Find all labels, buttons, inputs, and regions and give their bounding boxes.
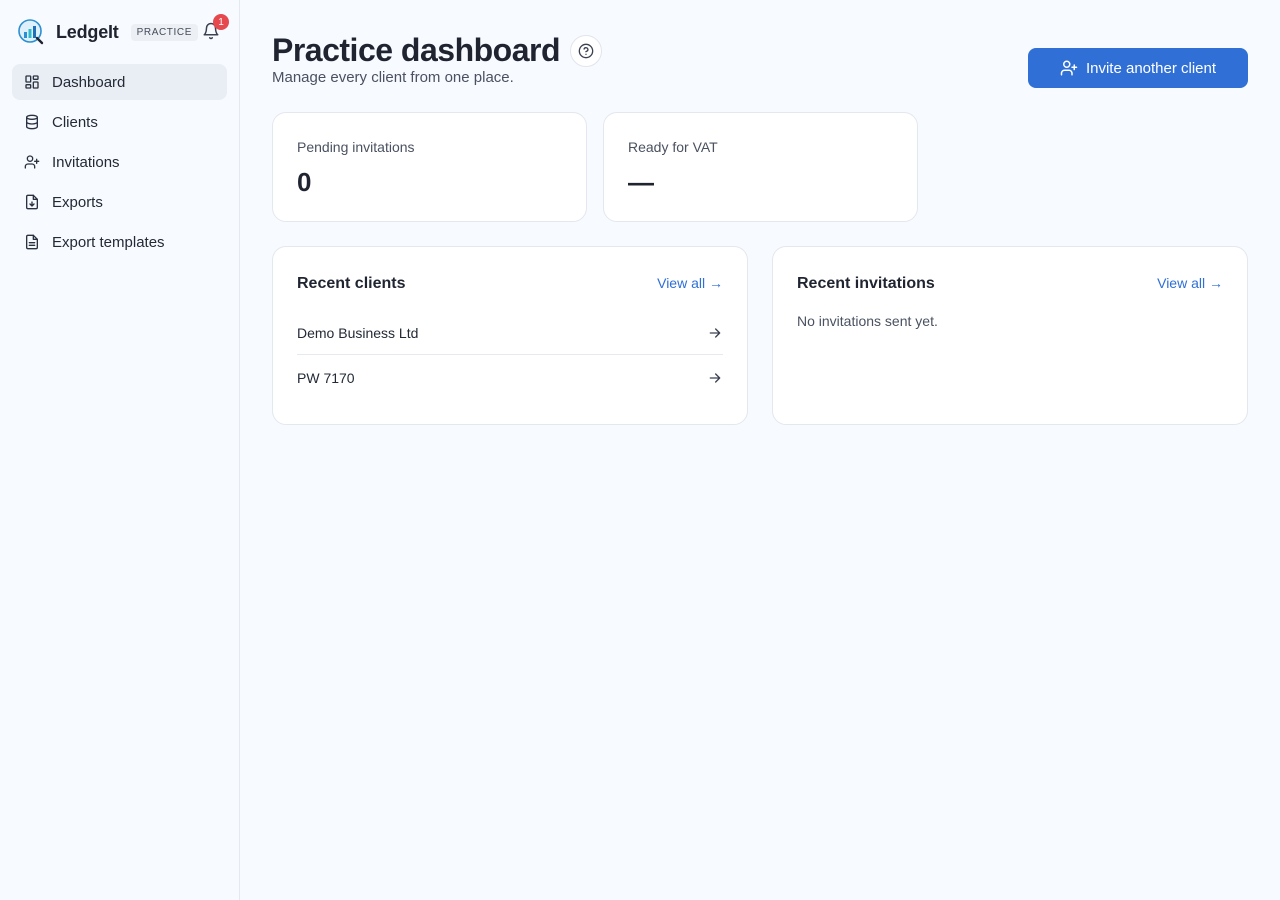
sidebar-nav: Dashboard Clients Invitations Exports Ex… (12, 64, 227, 264)
brand-name: LedgeIt (56, 21, 119, 42)
title-row: Practice dashboard (272, 32, 602, 69)
view-all-invitations-link[interactable]: View all → (1157, 275, 1223, 291)
sidebar-item-label: Dashboard (52, 73, 126, 91)
stat-value: — (628, 167, 654, 197)
panel-title: Recent invitations (797, 275, 935, 292)
brand[interactable]: LedgeIt PRACTICE 1 (18, 14, 230, 46)
recent-clients-panel: Recent clients View all → Demo Business … (272, 246, 748, 425)
client-name: Demo Business Ltd (297, 324, 419, 341)
view-all-clients-link[interactable]: View all → (657, 275, 723, 291)
invite-client-label: Invite another client (1085, 59, 1217, 77)
arrow-right-icon (709, 373, 721, 383)
list-item[interactable]: PW 7170 (297, 356, 723, 400)
sidebar-item-label: Invitations (52, 153, 120, 171)
main-content: Practice dashboard Manage every client f… (240, 0, 1280, 900)
page-title: Practice dashboard (272, 32, 561, 68)
sidebar-item-dashboard[interactable]: Dashboard (12, 64, 227, 100)
sidebar-item-clients[interactable]: Clients (12, 104, 227, 140)
stat-card-ready-for-vat: Ready for VAT — (603, 112, 918, 222)
stat-card-pending-invitations: Pending invitations 0 (272, 112, 587, 222)
sidebar-item-label: Exports (52, 193, 103, 211)
client-name: PW 7170 (297, 370, 355, 386)
list-item[interactable]: Demo Business Ltd (297, 311, 723, 355)
file-download-icon (24, 194, 40, 210)
help-button[interactable] (570, 34, 602, 67)
stat-label: Pending invitations (297, 139, 415, 155)
notification-count-badge: 1 (213, 14, 229, 30)
page-subtitle: Manage every client from one place. (272, 69, 514, 86)
sidebar: LedgeIt PRACTICE 1 Dashboard Clients Inv… (0, 0, 240, 900)
database-icon (24, 114, 40, 130)
sidebar-item-exports[interactable]: Exports (12, 184, 227, 220)
empty-state-text: No invitations sent yet. (797, 313, 938, 329)
help-icon (578, 43, 594, 58)
arrow-right-icon (709, 327, 721, 338)
stat-value: 0 (297, 167, 312, 197)
recent-invitations-panel: Recent invitations View all → No invitat… (772, 246, 1248, 425)
user-plus-icon (1060, 60, 1078, 76)
file-text-icon (24, 234, 40, 250)
sidebar-item-invitations[interactable]: Invitations (12, 144, 227, 180)
sidebar-item-label: Clients (52, 113, 98, 131)
sidebar-item-export-templates[interactable]: Export templates (12, 224, 227, 260)
sidebar-item-label: Export templates (52, 233, 165, 251)
ledgeit-logo-icon (18, 19, 44, 45)
practice-badge: PRACTICE (130, 23, 198, 41)
panel-title: Recent clients (297, 275, 406, 292)
stat-label: Ready for VAT (628, 139, 718, 155)
user-plus-icon (24, 154, 40, 170)
invite-client-button[interactable]: Invite another client (1028, 48, 1248, 88)
dashboard-icon (24, 74, 40, 90)
